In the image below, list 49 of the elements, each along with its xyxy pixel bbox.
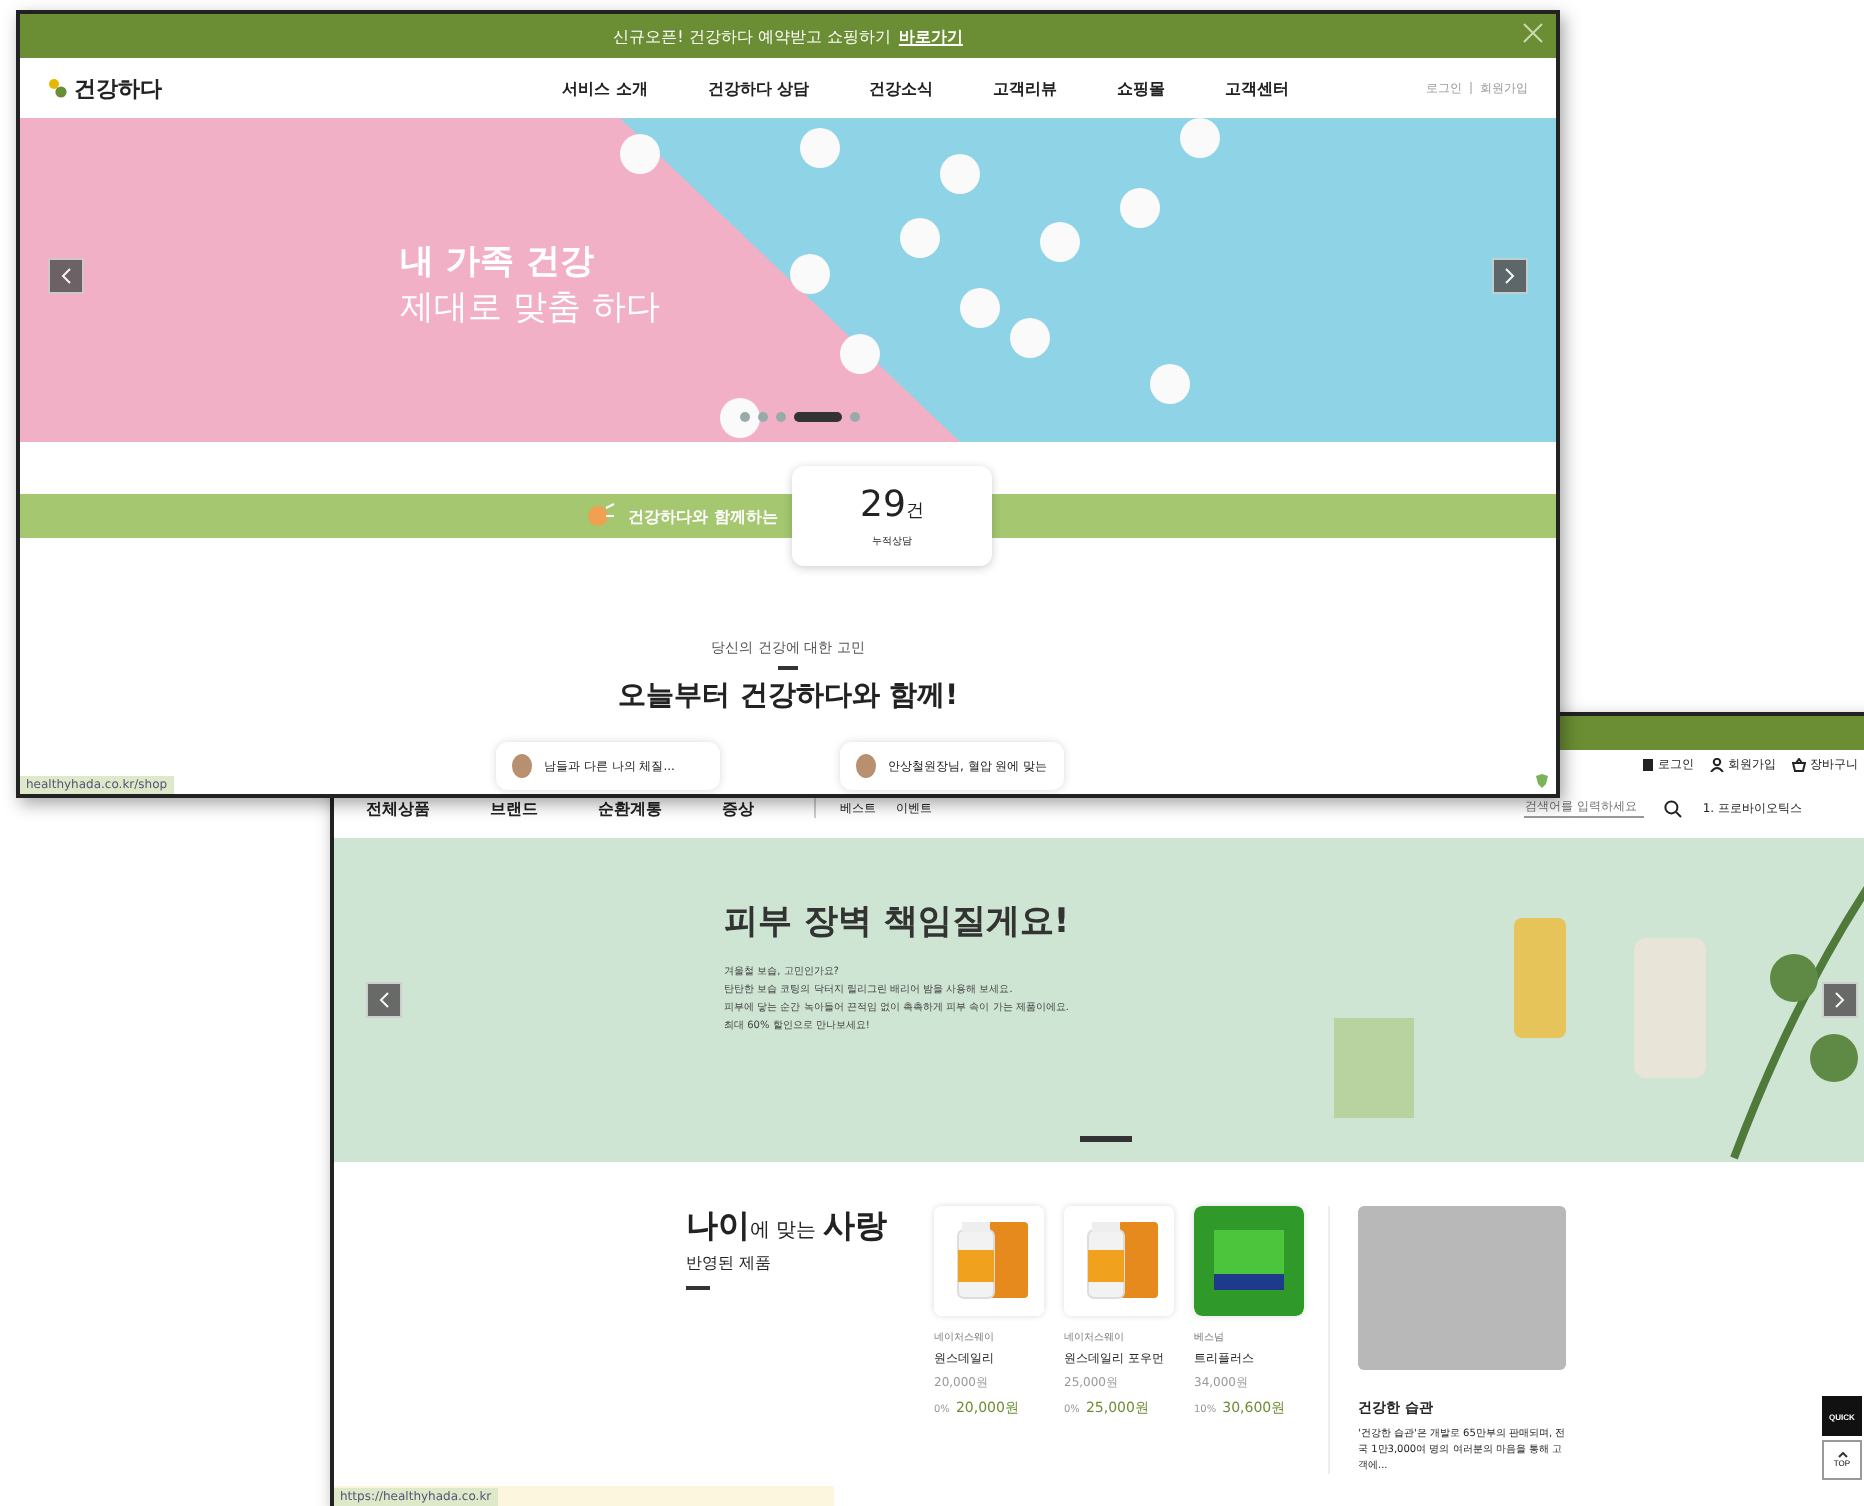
search-icon[interactable] bbox=[1664, 799, 1683, 817]
caret-up-icon bbox=[1837, 1452, 1847, 1458]
hero-subtitle: 제대로 맞춤 하다 bbox=[400, 286, 660, 330]
stats-label: 건강하다와 함께하는 bbox=[628, 505, 778, 527]
basket-icon bbox=[1792, 757, 1806, 771]
chevron-right-icon bbox=[1504, 268, 1516, 284]
category-link[interactable]: 순환계통 bbox=[598, 797, 662, 819]
section-title: 나이에 맞는 사랑 bbox=[686, 1206, 889, 1248]
slide-indicator bbox=[1080, 1136, 1132, 1142]
nav-link[interactable]: 건강하다 상담 bbox=[707, 73, 810, 103]
close-icon[interactable] bbox=[1522, 22, 1544, 44]
category-link[interactable]: 브랜드 bbox=[490, 797, 538, 819]
supplement-bottle-photo bbox=[1064, 1206, 1174, 1316]
notice-link[interactable]: 바로가기 bbox=[898, 25, 963, 47]
hero-title: 피부 장벽 책임질게요! bbox=[724, 900, 1070, 944]
intro-heading: 오늘부터 건강하다와 함께! bbox=[617, 678, 959, 714]
nav-link[interactable]: 서비스 소개 bbox=[562, 73, 648, 103]
chevron-left-icon bbox=[60, 268, 72, 284]
slide-dot[interactable] bbox=[850, 412, 860, 422]
nav-link[interactable]: 건강소식 bbox=[869, 73, 934, 103]
hero-title: 내 가족 건강 bbox=[400, 240, 596, 284]
person-icon bbox=[1710, 757, 1724, 771]
nav-link[interactable]: 고객리뷰 bbox=[993, 73, 1058, 103]
stats-count: 29 bbox=[860, 484, 906, 526]
chevron-right-icon bbox=[1834, 992, 1846, 1008]
slide-dot[interactable] bbox=[758, 412, 768, 422]
door-icon bbox=[1642, 757, 1654, 771]
megaphone-icon bbox=[584, 502, 616, 530]
logo-text[interactable]: 건강하다 bbox=[74, 73, 162, 103]
avatar-icon bbox=[512, 754, 532, 778]
chevron-left-icon bbox=[378, 992, 390, 1008]
supplement-box-photo bbox=[1194, 1206, 1304, 1316]
stats-unit: 건 bbox=[905, 500, 924, 524]
previous-button[interactable] bbox=[48, 258, 84, 294]
category-link[interactable]: 전체상품 bbox=[366, 797, 430, 819]
slide-dot[interactable] bbox=[776, 412, 786, 422]
next-button[interactable] bbox=[1492, 258, 1528, 294]
section-subtitle: 반영된 제품 bbox=[686, 1252, 774, 1274]
nav-link[interactable]: 쇼핑몰 bbox=[1117, 73, 1166, 103]
slide-dot[interactable] bbox=[740, 412, 750, 422]
next-button[interactable] bbox=[1822, 982, 1858, 1018]
supplement-bottle-photo bbox=[934, 1206, 1044, 1316]
shield-icon bbox=[1536, 774, 1548, 788]
notice-text: 신규오픈! 건강하다 예약받고 쇼핑하기 bbox=[613, 25, 891, 47]
nav-link[interactable]: 고객센터 bbox=[1225, 73, 1290, 103]
category-link[interactable]: 증상 bbox=[722, 797, 754, 819]
leaf-logo-icon bbox=[48, 78, 68, 98]
previous-button[interactable] bbox=[366, 982, 402, 1018]
avatar-icon bbox=[856, 754, 876, 778]
